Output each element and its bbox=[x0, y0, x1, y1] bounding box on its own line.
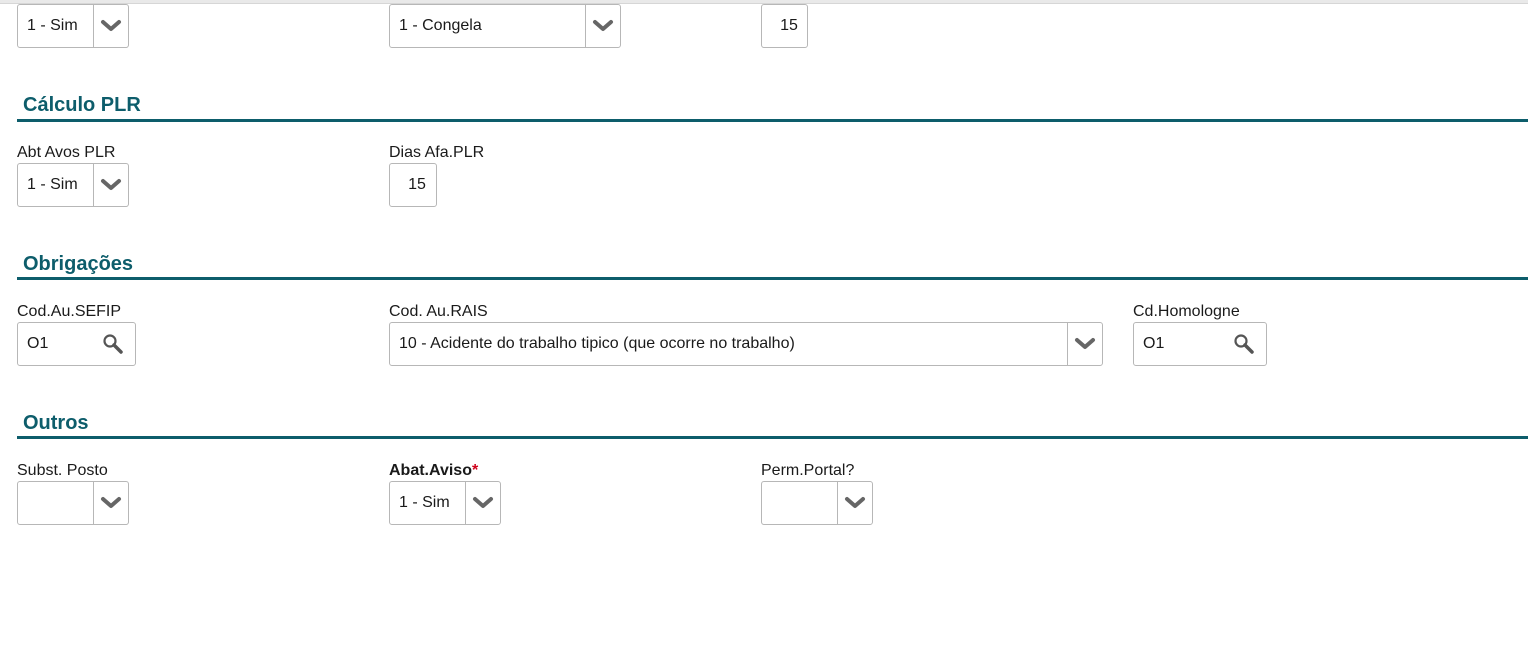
section-title-calculo-plr: Cálculo PLR bbox=[23, 94, 141, 116]
section-divider bbox=[17, 277, 1528, 280]
number-value: 15 bbox=[408, 176, 426, 193]
abat-aviso-label-text: Abat.Aviso bbox=[389, 462, 472, 479]
cod-au-sefip-lookup[interactable]: O1 bbox=[17, 322, 136, 366]
dias-afa-plr-label: Dias Afa.PLR bbox=[389, 144, 485, 161]
dropdown-button[interactable] bbox=[93, 5, 128, 47]
select-value: 1 - Sim bbox=[27, 17, 78, 34]
cod-au-rais-label: Cod. Au.RAIS bbox=[389, 303, 488, 320]
required-marker: * bbox=[471, 462, 479, 479]
cod-au-sefip-label: Cod.Au.SEFIP bbox=[17, 303, 122, 320]
select-value: 10 - Acidente do trabalho tipico (que oc… bbox=[399, 335, 795, 352]
perm-portal-label: Perm.Portal? bbox=[761, 462, 855, 479]
search-icon bbox=[103, 334, 123, 354]
abt-avos-plr-label: Abt Avos PLR bbox=[17, 144, 116, 161]
select-value: 1 - Sim bbox=[399, 494, 450, 511]
dropdown-button[interactable] bbox=[93, 482, 128, 524]
cd-homologne-lookup[interactable]: O1 bbox=[1133, 322, 1267, 366]
abt-avos-plr-select[interactable]: 1 - Sim bbox=[17, 163, 129, 207]
chevron-down-icon bbox=[101, 20, 121, 31]
dropdown-button[interactable] bbox=[93, 164, 128, 206]
section-divider bbox=[17, 436, 1528, 439]
subst-posto-select[interactable] bbox=[17, 481, 129, 525]
select-value: 1 - Sim bbox=[27, 176, 78, 193]
abat-aviso-label: Abat.Aviso* bbox=[389, 462, 478, 480]
search-button[interactable] bbox=[97, 323, 129, 365]
dropdown-button[interactable] bbox=[1067, 323, 1102, 365]
cod-au-rais-select[interactable]: 10 - Acidente do trabalho tipico (que oc… bbox=[389, 322, 1103, 366]
dropdown-button[interactable] bbox=[837, 482, 872, 524]
section-divider bbox=[17, 119, 1528, 122]
section-title-outros: Outros bbox=[23, 412, 89, 434]
top-select-b[interactable]: 1 - Congela bbox=[389, 4, 621, 48]
dias-afa-plr-input[interactable]: 15 bbox=[389, 163, 437, 207]
subst-posto-label: Subst. Posto bbox=[17, 462, 108, 479]
chevron-down-icon bbox=[101, 497, 121, 508]
dropdown-button[interactable] bbox=[465, 482, 500, 524]
dropdown-button[interactable] bbox=[585, 5, 620, 47]
section-title-obrigacoes: Obrigações bbox=[23, 253, 134, 275]
abat-aviso-select[interactable]: 1 - Sim bbox=[389, 481, 501, 525]
perm-portal-select[interactable] bbox=[761, 481, 873, 525]
chevron-down-icon bbox=[1075, 338, 1095, 349]
search-icon bbox=[1234, 334, 1254, 354]
search-button[interactable] bbox=[1228, 323, 1260, 365]
chevron-down-icon bbox=[593, 20, 613, 31]
top-select-a[interactable]: 1 - Sim bbox=[17, 4, 129, 48]
cd-homologne-label: Cd.Homologne bbox=[1133, 303, 1240, 320]
select-value: 1 - Congela bbox=[399, 17, 482, 34]
chevron-down-icon bbox=[473, 497, 493, 508]
chevron-down-icon bbox=[845, 497, 865, 508]
chevron-down-icon bbox=[101, 179, 121, 190]
lookup-value: O1 bbox=[1143, 335, 1165, 352]
number-value: 15 bbox=[780, 17, 798, 34]
top-number-input[interactable]: 15 bbox=[761, 4, 808, 48]
lookup-value: O1 bbox=[27, 335, 49, 352]
